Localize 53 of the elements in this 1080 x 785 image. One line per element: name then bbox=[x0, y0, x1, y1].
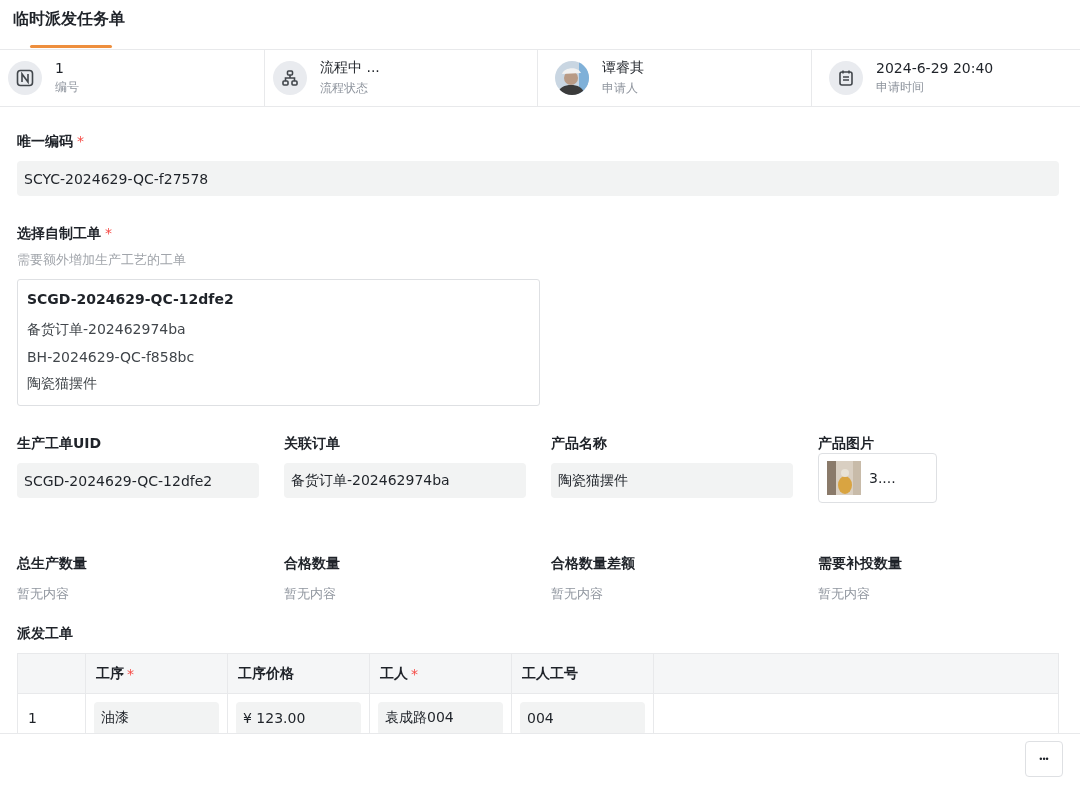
empty-value: 暂无内容 bbox=[17, 586, 69, 601]
field-label: 合格数量 bbox=[284, 555, 340, 573]
summary-label: 流程状态 bbox=[320, 80, 369, 97]
field-label: 合格数量差额 bbox=[551, 555, 635, 573]
file-name: 3.... bbox=[869, 470, 896, 486]
column-header: 工人 bbox=[380, 664, 408, 683]
column-header: 工序价格 bbox=[238, 664, 294, 683]
field-label: 唯一编码 bbox=[17, 133, 73, 151]
image-attachment[interactable]: 3.... bbox=[818, 453, 937, 503]
empty-value: 暂无内容 bbox=[551, 586, 603, 601]
table-cell-field[interactable]: ¥ 123.00 bbox=[236, 701, 361, 733]
field-label: 总生产数量 bbox=[17, 555, 87, 573]
readonly-field: SCGD-2024629-QC-12dfe2 bbox=[17, 463, 259, 498]
more-button[interactable]: ••• bbox=[1025, 741, 1063, 777]
column-header: 工人工号 bbox=[522, 664, 578, 683]
number-icon bbox=[8, 61, 42, 95]
row-number: 1 bbox=[28, 710, 37, 726]
field-label: 选择自制工单 bbox=[17, 225, 101, 243]
summary-value: 流程中 ... bbox=[320, 59, 380, 77]
required-mark: * bbox=[127, 665, 134, 682]
hierarchy-icon bbox=[273, 61, 307, 95]
column-header: 工序 bbox=[96, 664, 124, 683]
empty-value: 暂无内容 bbox=[284, 586, 336, 601]
table-cell-field[interactable]: 004 bbox=[520, 701, 645, 733]
card-line: 备货订单-202462974ba bbox=[27, 321, 187, 339]
required-mark: * bbox=[105, 225, 112, 243]
field-label: 需要补投数量 bbox=[818, 555, 902, 573]
summary-label: 编号 bbox=[55, 79, 79, 96]
readonly-field: 陶瓷猫摆件 bbox=[551, 463, 793, 498]
summary-value: 1 bbox=[55, 60, 65, 76]
work-order-card[interactable]: SCGD-2024629-QC-12dfe2 备货订单-202462974ba BH-2024629-QC-f858bc 陶瓷猫摆件 bbox=[17, 279, 540, 406]
summary-value: 2024-6-29 20:40 bbox=[876, 60, 994, 76]
required-mark: * bbox=[411, 665, 418, 682]
readonly-field: SCYC-2024629-QC-f27578 bbox=[17, 161, 1059, 196]
required-mark: * bbox=[77, 133, 84, 151]
calendar-icon bbox=[829, 61, 863, 95]
summary-label: 申请时间 bbox=[876, 79, 925, 96]
field-label: 产品图片 bbox=[818, 435, 874, 453]
card-title: SCGD-2024629-QC-12dfe2 bbox=[27, 291, 235, 307]
summary-label: 申请人 bbox=[602, 80, 639, 97]
field-label: 产品名称 bbox=[551, 435, 607, 453]
table-cell-field[interactable]: 油漆 bbox=[94, 701, 219, 733]
field-label: 关联订单 bbox=[284, 435, 340, 453]
page-tab[interactable]: 临时派发任务单 bbox=[13, 0, 125, 49]
field-label: 生产工单UID bbox=[17, 435, 102, 453]
summary-value: 谭睿其 bbox=[602, 59, 644, 77]
card-line: 陶瓷猫摆件 bbox=[27, 375, 98, 393]
card-line: BH-2024629-QC-f858bc bbox=[27, 349, 196, 365]
section-title: 派发工单 bbox=[17, 625, 73, 643]
table-cell-field[interactable]: 袁成路004 bbox=[378, 701, 503, 733]
empty-value: 暂无内容 bbox=[818, 586, 870, 601]
readonly-field: 备货订单-202462974ba bbox=[284, 463, 526, 498]
field-hint: 需要额外增加生产工艺的工单 bbox=[17, 251, 187, 269]
